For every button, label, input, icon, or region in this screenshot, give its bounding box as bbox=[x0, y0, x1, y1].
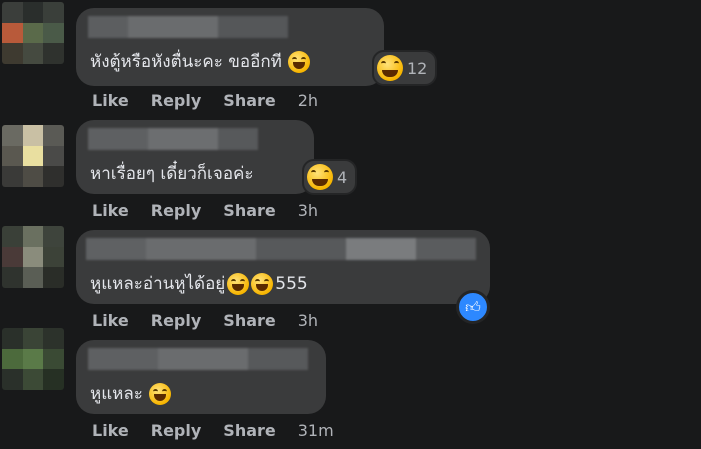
blurred-author-name[interactable] bbox=[88, 348, 308, 370]
comment-text-content: หูแหละ bbox=[90, 384, 143, 404]
like-thumb-icon[interactable]: 👍︎ bbox=[456, 290, 490, 324]
like-button[interactable]: Like bbox=[92, 201, 129, 220]
timestamp[interactable]: 2h bbox=[298, 91, 318, 110]
avatar[interactable] bbox=[2, 125, 64, 187]
comment-actions: Like Reply Share 2h bbox=[92, 91, 318, 110]
laughing-emoji bbox=[307, 164, 333, 190]
avatar[interactable] bbox=[2, 328, 64, 390]
reaction-summary[interactable]: 4 bbox=[302, 159, 358, 195]
like-button[interactable]: Like bbox=[92, 311, 129, 330]
blurred-author-name[interactable] bbox=[86, 238, 476, 260]
like-button[interactable]: Like bbox=[92, 91, 129, 110]
comment-bubble: หาเรื่อยๆ เดี๋ยวก็เจอค่ะ bbox=[76, 120, 314, 194]
comment-bubble: หูแหละอ่านหูได้อยู่ 555 bbox=[76, 230, 490, 304]
grinning-emoji bbox=[227, 272, 250, 295]
reply-button[interactable]: Reply bbox=[151, 311, 202, 330]
laughing-emoji bbox=[377, 55, 403, 81]
reply-button[interactable]: Reply bbox=[151, 91, 202, 110]
reply-button[interactable]: Reply bbox=[151, 201, 202, 220]
grinning-emoji bbox=[251, 272, 274, 295]
comment-actions: Like Reply Share 31m bbox=[92, 421, 334, 440]
comment-text: หูแหละอ่านหูได้อยู่ 555 bbox=[90, 270, 308, 297]
comment-actions: Like Reply Share 3h bbox=[92, 201, 318, 220]
sweat-smile-emoji bbox=[148, 382, 171, 405]
comment-actions: Like Reply Share 3h bbox=[92, 311, 318, 330]
reaction-summary[interactable]: 12 bbox=[372, 50, 438, 86]
like-button[interactable]: Like bbox=[92, 421, 129, 440]
reply-button[interactable]: Reply bbox=[151, 421, 202, 440]
rofl-emoji bbox=[287, 50, 310, 73]
timestamp[interactable]: 3h bbox=[298, 201, 318, 220]
blurred-author-name[interactable] bbox=[88, 128, 258, 150]
comment-text-content: หังตู้หรือหังตื่นะคะ ขออีกที bbox=[90, 52, 282, 72]
reaction-count: 4 bbox=[337, 167, 348, 187]
share-button[interactable]: Share bbox=[223, 201, 275, 220]
timestamp[interactable]: 31m bbox=[298, 421, 334, 440]
comment-text: หังตู้หรือหังตื่นะคะ ขออีกที bbox=[90, 48, 310, 75]
reaction-count: 12 bbox=[407, 58, 428, 78]
share-button[interactable]: Share bbox=[223, 311, 275, 330]
comment-text: หูแหละ bbox=[90, 380, 171, 407]
avatar[interactable] bbox=[2, 2, 64, 64]
blurred-author-name[interactable] bbox=[88, 16, 288, 38]
comment-text: หาเรื่อยๆ เดี๋ยวก็เจอค่ะ bbox=[90, 160, 254, 187]
avatar[interactable] bbox=[2, 226, 64, 288]
timestamp[interactable]: 3h bbox=[298, 311, 318, 330]
comment-text-suffix: 555 bbox=[275, 273, 308, 294]
comment-bubble: หังตู้หรือหังตื่นะคะ ขออีกที bbox=[76, 8, 384, 86]
share-button[interactable]: Share bbox=[223, 421, 275, 440]
share-button[interactable]: Share bbox=[223, 91, 275, 110]
comment-text-content: หูแหละอ่านหูได้อยู่ bbox=[90, 274, 226, 294]
comment-bubble: หูแหละ bbox=[76, 340, 326, 414]
comment-text-content: หาเรื่อยๆ เดี๋ยวก็เจอค่ะ bbox=[90, 164, 254, 184]
